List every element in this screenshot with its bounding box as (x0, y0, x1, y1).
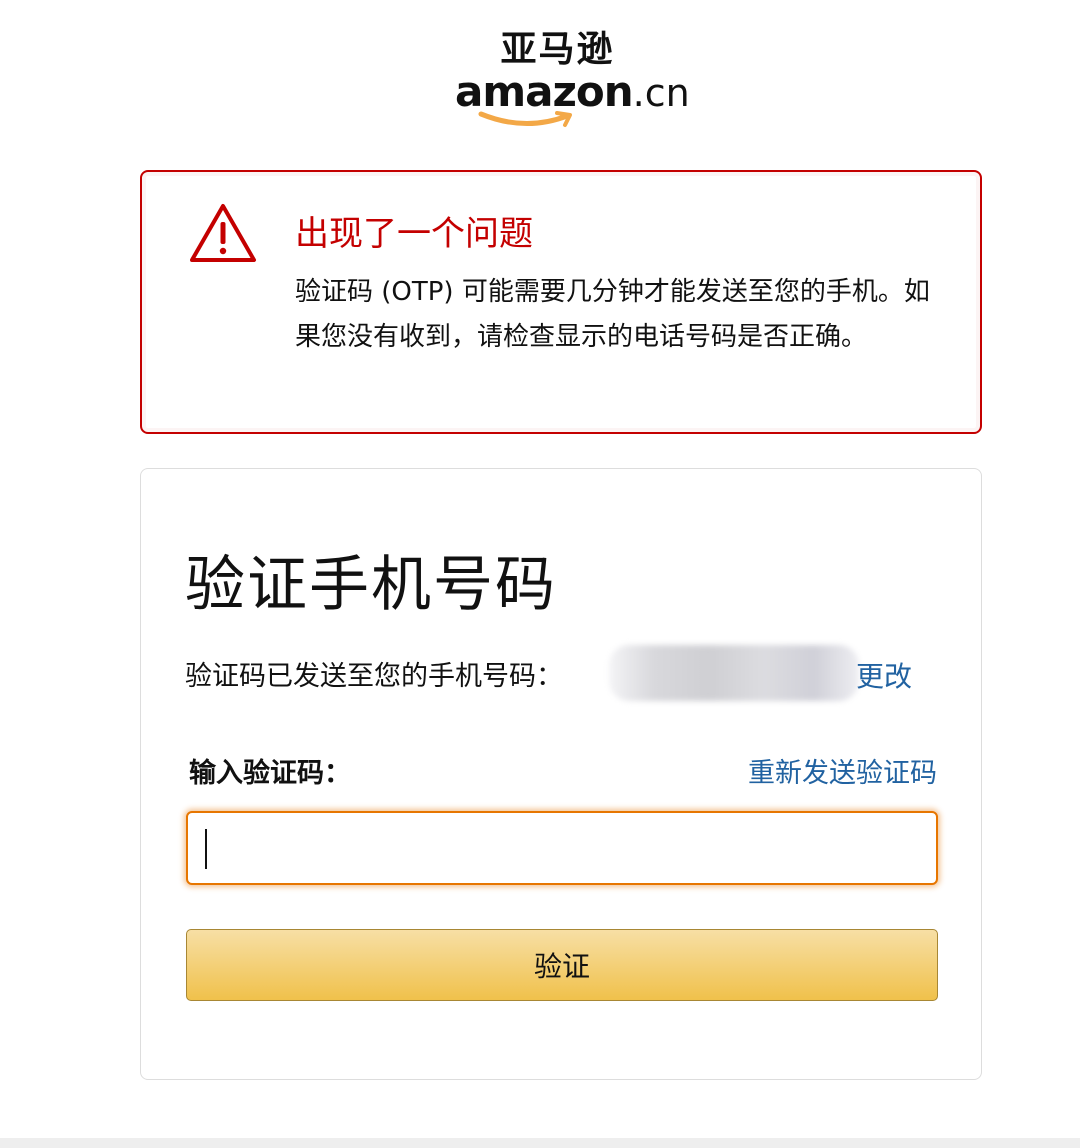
alert-message: 验证码 (OTP) 可能需要几分钟才能发送至您的手机。如果您没有收到，请检查显示… (295, 277, 930, 352)
logo-chinese-text: 亚马逊 (500, 29, 615, 70)
page-title: 验证手机号码 (185, 550, 557, 620)
page-bottom-edge (0, 1138, 1080, 1148)
resend-otp-link[interactable]: 重新发送验证码 (748, 754, 937, 794)
otp-input-label: 输入验证码： (189, 758, 351, 789)
alert-title: 出现了一个问题 (295, 214, 533, 254)
amazon-cn-logo[interactable]: 亚马逊 amazon.cn (455, 30, 690, 130)
verify-phone-card: 验证手机号码 验证码已发送至您的手机号码： 更改 输入验证码： 重新发送验证码 … (140, 468, 982, 1080)
page: 亚马逊 amazon.cn 出现了一个问题 验证码 (OTP) 可能需要几分钟才… (0, 0, 1080, 1148)
redacted-phone-number (609, 645, 859, 701)
text-caret (205, 829, 207, 869)
logo-wordmark: amazon (455, 67, 634, 116)
otp-input[interactable] (186, 811, 938, 885)
verify-button[interactable]: 验证 (186, 929, 938, 1001)
change-phone-link[interactable]: 更改 (856, 657, 912, 697)
amazon-smile-icon (478, 111, 572, 127)
logo-domain-suffix: .cn (632, 71, 690, 115)
otp-sent-text: 验证码已发送至您的手机号码： (185, 661, 563, 692)
error-alert-box: 出现了一个问题 验证码 (OTP) 可能需要几分钟才能发送至您的手机。如果您没有… (140, 170, 982, 434)
warning-triangle-icon (190, 204, 256, 262)
logo-english-text: amazon.cn (455, 67, 690, 116)
